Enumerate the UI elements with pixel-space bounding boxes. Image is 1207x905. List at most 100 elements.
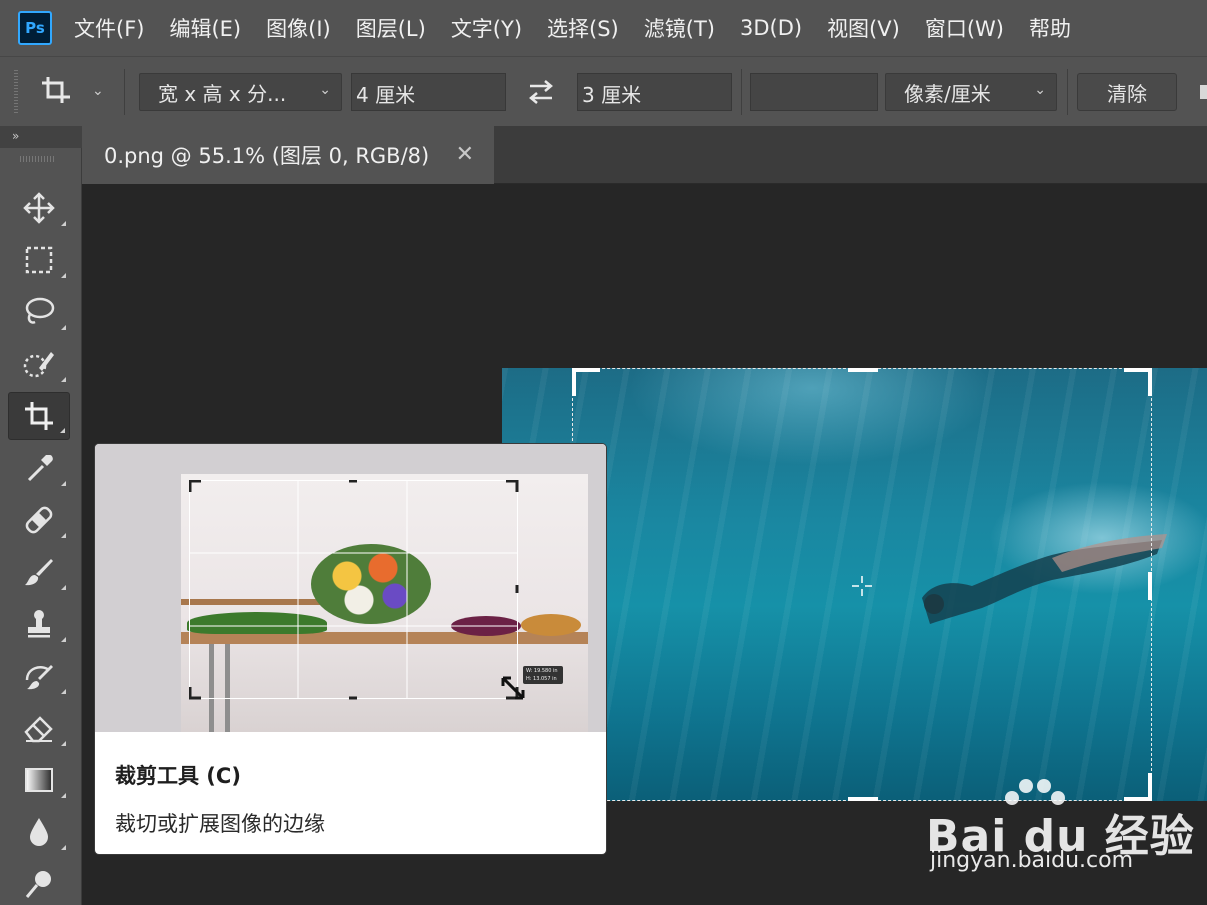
document-tab[interactable]: 0.png @ 55.1% (图层 0, RGB/8) ✕ bbox=[82, 126, 494, 184]
flyout-indicator-icon bbox=[61, 741, 66, 746]
flyout-indicator-icon bbox=[61, 585, 66, 590]
height-field[interactable]: 3 厘米 bbox=[577, 73, 732, 111]
dodge-tool[interactable] bbox=[8, 860, 70, 905]
crop-ratio-dropdown[interactable]: 宽 x 高 x 分... ⌄ bbox=[139, 73, 342, 111]
swap-icon bbox=[529, 80, 553, 104]
crop-tool[interactable] bbox=[8, 392, 70, 440]
quick-selection-icon bbox=[23, 352, 54, 378]
lasso-tool[interactable] bbox=[8, 288, 70, 336]
eyedropper-tool[interactable] bbox=[8, 444, 70, 492]
crop-handle-right[interactable] bbox=[1144, 572, 1152, 600]
divider bbox=[124, 69, 125, 115]
options-bar: ⌄ 宽 x 高 x 分... ⌄ 4 厘米 3 厘米 像素/厘米 ⌄ 清除 bbox=[0, 56, 1207, 126]
flyout-indicator-icon bbox=[61, 533, 66, 538]
width-field[interactable]: 4 厘米 bbox=[351, 73, 506, 111]
gradient-tool[interactable] bbox=[8, 756, 70, 804]
flyout-indicator-icon bbox=[61, 793, 66, 798]
tooltip-description: 裁切或扩展图像的边缘 bbox=[115, 812, 325, 836]
readout-width: W: 19.580 in bbox=[526, 668, 558, 674]
watermark-url: jingyan.baidu.com bbox=[930, 848, 1134, 873]
swap-dimensions-button[interactable] bbox=[524, 77, 558, 107]
chevron-down-icon: ⌄ bbox=[92, 83, 104, 99]
tooltip-preview: W: 19.580 in H: 13.057 in bbox=[95, 444, 606, 732]
crop-center-crosshair-icon bbox=[852, 576, 872, 596]
options-bar-grip[interactable] bbox=[14, 70, 18, 114]
menu-file[interactable]: 文件(F) bbox=[74, 13, 144, 43]
resolution-unit-label: 像素/厘米 bbox=[904, 81, 991, 106]
menu-edit[interactable]: 编辑(E) bbox=[169, 13, 241, 43]
menu-3d[interactable]: 3D(D) bbox=[740, 16, 802, 40]
menu-layer[interactable]: 图层(L) bbox=[356, 13, 426, 43]
flyout-indicator-icon bbox=[61, 221, 66, 226]
tools-panel: » bbox=[0, 126, 82, 905]
bandage-icon bbox=[25, 506, 53, 534]
history-brush-icon bbox=[25, 665, 53, 690]
tooltip-preview-photo: W: 19.580 in H: 13.057 in bbox=[181, 474, 588, 732]
clone-stamp-tool[interactable] bbox=[8, 600, 70, 648]
crop-handle-bottom[interactable] bbox=[848, 795, 878, 801]
crop-size-readout: W: 19.580 in H: 13.057 in bbox=[523, 666, 563, 684]
flyout-indicator-icon bbox=[61, 481, 66, 486]
tool-preset-picker[interactable]: ⌄ bbox=[38, 73, 118, 109]
tools-panel-grip[interactable] bbox=[20, 156, 56, 162]
crop-ratio-label: 宽 x 高 x 分... bbox=[158, 81, 287, 106]
divider bbox=[1067, 69, 1068, 115]
close-icon[interactable]: ✕ bbox=[456, 142, 474, 167]
brush-icon bbox=[25, 559, 53, 586]
flyout-indicator-icon bbox=[61, 377, 66, 382]
menu-type[interactable]: 文字(Y) bbox=[451, 13, 522, 43]
readout-height: H: 13.057 in bbox=[526, 676, 557, 682]
flyout-indicator-icon bbox=[61, 637, 66, 642]
divider bbox=[741, 69, 742, 115]
flyout-indicator-icon bbox=[61, 325, 66, 330]
lasso-icon bbox=[25, 297, 55, 324]
resolution-unit-dropdown[interactable]: 像素/厘米 ⌄ bbox=[885, 73, 1057, 111]
quick-selection-tool[interactable] bbox=[8, 340, 70, 388]
clear-button[interactable]: 清除 bbox=[1077, 73, 1177, 111]
menu-help[interactable]: 帮助 bbox=[1029, 13, 1071, 43]
history-brush-tool[interactable] bbox=[8, 652, 70, 700]
document-tab-label: 0.png @ 55.1% (图层 0, RGB/8) bbox=[104, 144, 430, 168]
crop-handle-top[interactable] bbox=[848, 368, 878, 376]
straighten-icon[interactable] bbox=[1200, 85, 1207, 99]
eraser-icon bbox=[24, 716, 53, 743]
flyout-indicator-icon bbox=[61, 845, 66, 850]
orange-flowers bbox=[521, 614, 581, 636]
crop-handle-top-left[interactable] bbox=[572, 368, 600, 396]
menu-select[interactable]: 选择(S) bbox=[547, 13, 619, 43]
gradient-icon bbox=[25, 768, 53, 792]
eyedropper-icon bbox=[27, 455, 53, 482]
menu-view[interactable]: 视图(V) bbox=[827, 13, 900, 43]
chevron-down-icon: ⌄ bbox=[319, 82, 331, 98]
resize-cursor-icon bbox=[501, 676, 525, 700]
flyout-indicator-icon bbox=[61, 689, 66, 694]
stamp-icon bbox=[28, 610, 50, 638]
resolution-field[interactable] bbox=[750, 73, 878, 111]
eraser-tool[interactable] bbox=[8, 704, 70, 752]
move-tool[interactable] bbox=[8, 184, 70, 232]
blur-tool[interactable] bbox=[8, 808, 70, 856]
photoshop-logo[interactable]: Ps bbox=[18, 11, 52, 45]
flyout-indicator-icon bbox=[60, 428, 65, 433]
marquee-icon bbox=[25, 246, 53, 274]
tooltip-title: 裁剪工具 (C) bbox=[115, 764, 241, 788]
flyout-indicator-icon bbox=[61, 273, 66, 278]
crop-handle-top-right[interactable] bbox=[1124, 368, 1152, 396]
crop-tool-rich-tooltip: W: 19.580 in H: 13.057 in 裁剪工具 (C) 裁切或扩展… bbox=[94, 443, 607, 855]
brush-tool[interactable] bbox=[8, 548, 70, 596]
menu-bar: Ps 文件(F) 编辑(E) 图像(I) 图层(L) 文字(Y) 选择(S) 滤… bbox=[0, 0, 1207, 56]
chevron-down-icon: ⌄ bbox=[1034, 82, 1046, 98]
document-tab-bar: 0.png @ 55.1% (图层 0, RGB/8) ✕ bbox=[82, 126, 1207, 184]
menu-image[interactable]: 图像(I) bbox=[266, 13, 331, 43]
baidu-jingyan-watermark: Bai du 经验 jingyan.baidu.com bbox=[920, 776, 1194, 886]
crop-grid-overlay bbox=[189, 480, 519, 700]
spot-healing-brush-tool[interactable] bbox=[8, 496, 70, 544]
menu-window[interactable]: 窗口(W) bbox=[925, 13, 1004, 43]
menu-filter[interactable]: 滤镜(T) bbox=[644, 13, 715, 43]
drop-icon bbox=[30, 818, 48, 846]
collapse-panel-button[interactable]: » bbox=[0, 126, 82, 148]
move-icon bbox=[23, 192, 55, 224]
crop-icon bbox=[42, 77, 70, 103]
dodge-icon bbox=[25, 871, 51, 898]
rectangular-marquee-tool[interactable] bbox=[8, 236, 70, 284]
